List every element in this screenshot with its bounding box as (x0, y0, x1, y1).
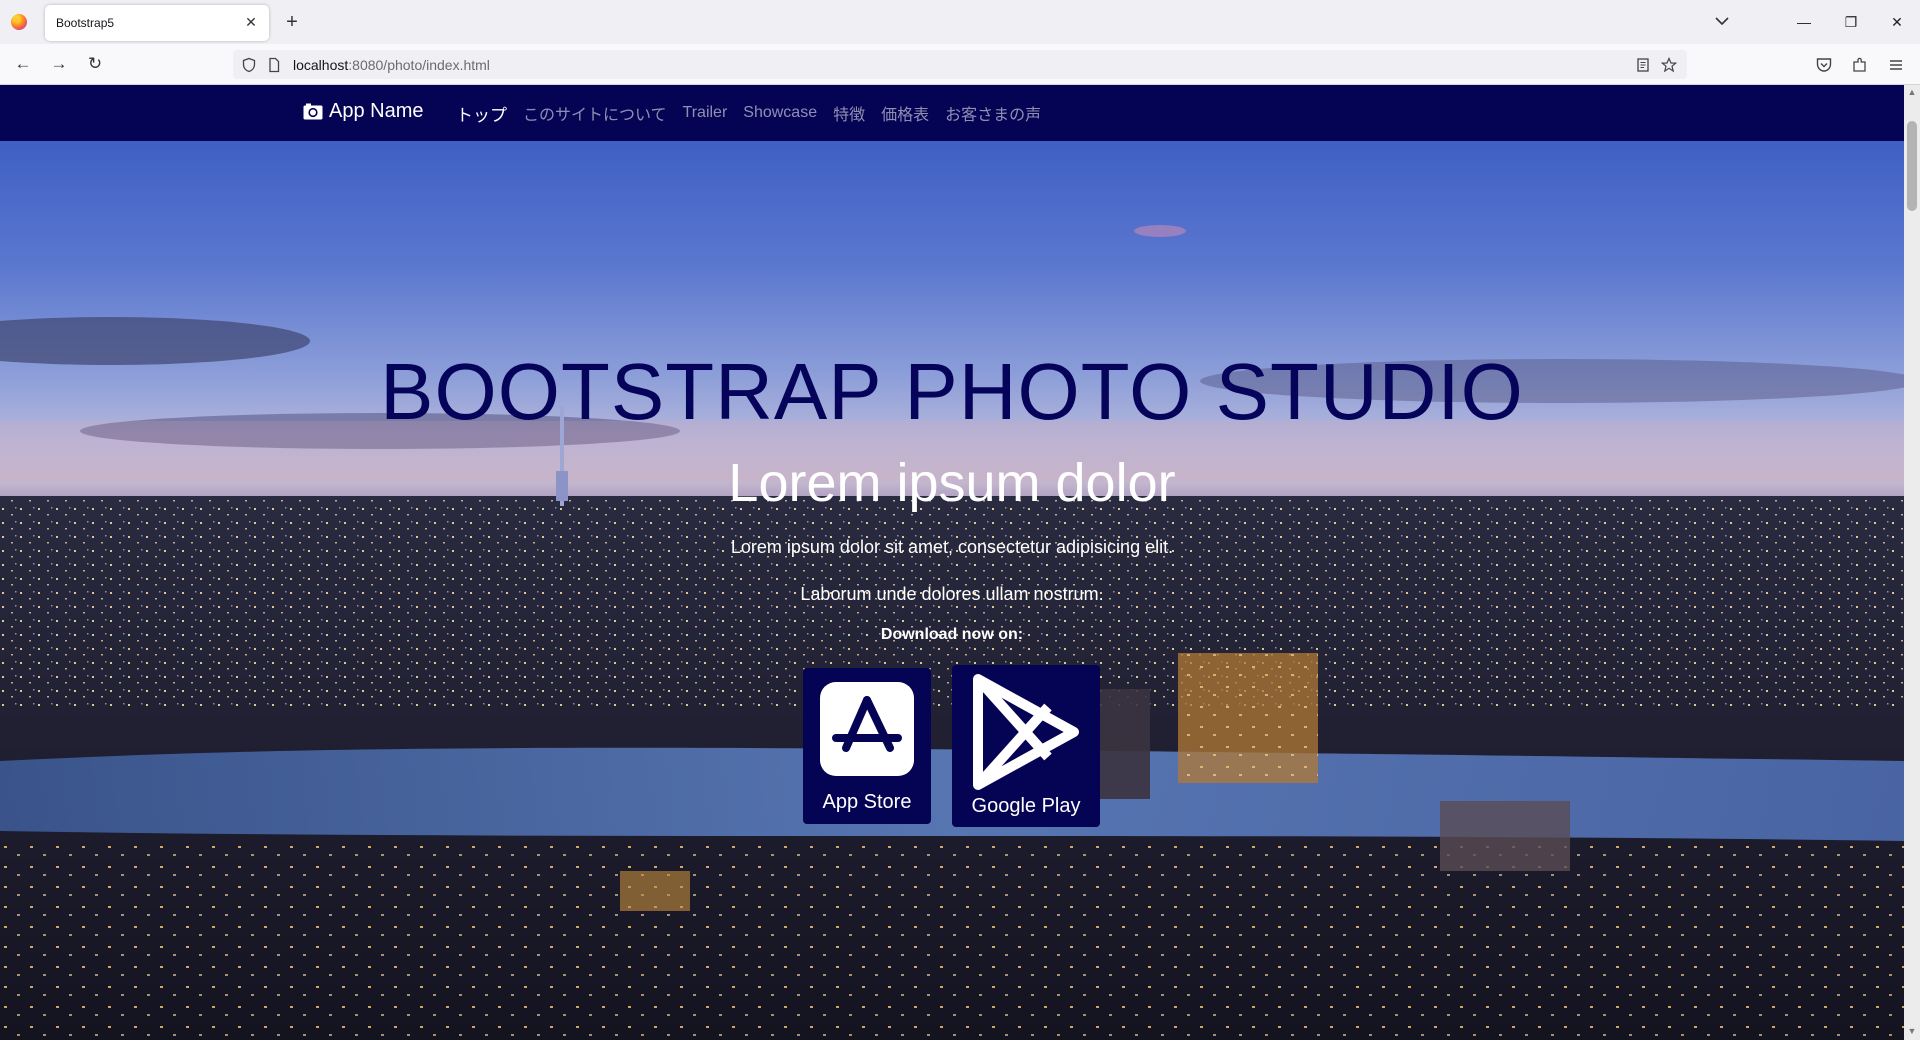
scroll-down-icon[interactable]: ▼ (1906, 1026, 1918, 1038)
url-bar[interactable]: localhost:8080/photo/index.html (233, 50, 1687, 79)
menu-item-pricing[interactable]: 価格表 (873, 101, 937, 125)
shield-icon[interactable] (241, 57, 257, 73)
hero-text-line-1: Lorem ipsum dolor sit amet, consectetur … (730, 537, 1174, 557)
restore-icon[interactable]: ❐ (1838, 10, 1864, 34)
window-close-icon[interactable]: ✕ (1884, 10, 1910, 34)
app-store-label: App Store (822, 791, 912, 813)
menu-item-testimonials[interactable]: お客さまの声 (937, 101, 1049, 125)
pocket-icon[interactable] (1815, 56, 1833, 74)
forward-icon[interactable]: → (47, 52, 71, 76)
list-all-tabs-icon[interactable] (1710, 12, 1734, 32)
browser-tab[interactable]: Bootstrap5 ✕ (45, 5, 269, 41)
reader-view-icon[interactable] (1635, 57, 1651, 73)
google-play-icon (973, 674, 1079, 790)
page-icon (269, 57, 280, 73)
new-tab-icon[interactable]: + (280, 10, 304, 34)
hero-title: BOOTSTRAP PHOTO STUDIO (380, 347, 1524, 436)
reload-icon[interactable]: ↻ (83, 52, 107, 76)
browser-toolbar: ← → ↻ localhost:8080/photo/index.html (0, 44, 1920, 85)
url-host: localhost (293, 57, 349, 73)
url-text[interactable]: localhost:8080/photo/index.html (293, 57, 490, 73)
app-store-icon (820, 682, 914, 776)
scroll-up-icon[interactable]: ▲ (1906, 87, 1918, 99)
site-navbar: App Name トップ このサイトについて Trailer Showcase … (0, 85, 1904, 141)
google-play-label: Google Play (971, 795, 1081, 817)
google-play-button[interactable]: Google Play (952, 665, 1100, 827)
close-tab-icon[interactable]: ✕ (241, 12, 261, 32)
camera-icon (303, 103, 323, 120)
app-store-button[interactable]: App Store (803, 668, 931, 824)
scroll-thumb[interactable] (1907, 121, 1917, 211)
extensions-icon[interactable] (1851, 56, 1869, 74)
menu-icon[interactable] (1887, 56, 1905, 74)
brand-link[interactable]: App Name (303, 100, 424, 123)
page-scrollbar[interactable]: ▲ ▼ (1904, 85, 1920, 1040)
menu-item-trailer[interactable]: Trailer (675, 104, 736, 122)
download-label: Download now on: (880, 626, 1024, 643)
hero-text-line-2: Laborum unde dolores ullam nostrum. (800, 584, 1104, 604)
hero-section: BOOTSTRAP PHOTO STUDIO Lorem ipsum dolor… (0, 141, 1904, 1040)
menu-item-showcase[interactable]: Showcase (735, 104, 825, 122)
tab-bar: Bootstrap5 ✕ + — ❐ ✕ (0, 0, 1920, 44)
main-menu: トップ このサイトについて Trailer Showcase 特徴 価格表 お客… (448, 85, 1049, 141)
minimize-icon[interactable]: — (1791, 10, 1817, 34)
menu-item-features[interactable]: 特徴 (825, 101, 873, 125)
bookmark-star-icon[interactable] (1661, 57, 1677, 73)
firefox-icon[interactable] (11, 14, 27, 30)
tab-title: Bootstrap5 (56, 16, 115, 30)
menu-item-about[interactable]: このサイトについて (515, 101, 675, 125)
menu-item-top[interactable]: トップ (448, 101, 515, 126)
hero-subtitle: Lorem ipsum dolor (728, 453, 1176, 513)
brand-name: App Name (329, 100, 424, 122)
page-viewport: App Name トップ このサイトについて Trailer Showcase … (0, 85, 1920, 1040)
url-path: :8080/photo/index.html (348, 57, 490, 73)
back-icon[interactable]: ← (11, 52, 35, 76)
